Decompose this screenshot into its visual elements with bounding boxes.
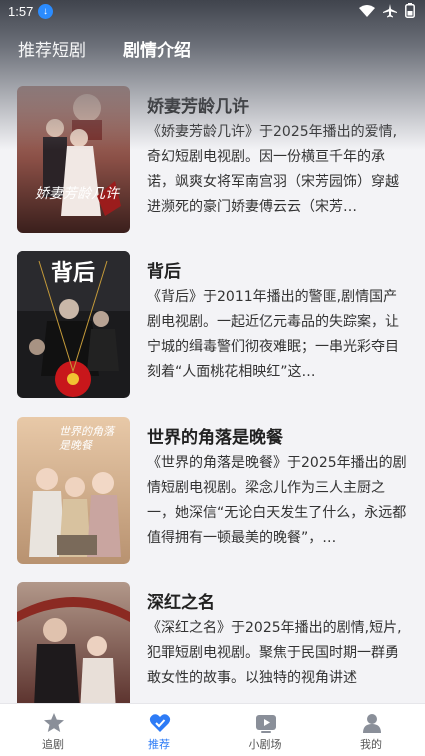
- drama-description: 《娇妻芳龄几许》于2025年播出的爱情,奇幻短剧电视剧。因一份横亘千年的承诺，飒…: [147, 124, 399, 215]
- battery-icon: [405, 3, 415, 18]
- tab-recommend[interactable]: 推荐短剧: [18, 36, 86, 61]
- list-item[interactable]: 背后 背后 《背后》于2011年播出的警匪,剧情国产剧电视剧。一起近亿元毒品的失…: [0, 251, 425, 399]
- list-item[interactable]: 娇妻芳龄几许 娇妻芳龄几许 《娇妻芳龄几许》于2025年播出的爱情,奇幻短剧电视…: [0, 86, 425, 234]
- bottom-navigation: 追剧 推荐 小剧场 我的: [0, 703, 425, 756]
- status-time: 1:57: [8, 4, 34, 19]
- nav-label: 小剧场: [248, 738, 282, 751]
- download-icon: ↓: [38, 4, 53, 19]
- drama-description: 《世界的角落是晚餐》于2025年播出的剧情短剧电视剧。梁念儿作为三人主厨之一，她…: [147, 455, 407, 546]
- tab-plot-intro[interactable]: 剧情介绍: [123, 36, 191, 61]
- list-item[interactable]: 世界的角落是晚餐 世界的角落是晚餐 《世界的角落是晚餐》于2025年播出的剧情短…: [0, 417, 425, 565]
- drama-description: 《深红之名》于2025年播出的剧情,短片,犯罪短剧电视剧。聚焦于民国时期一群勇敢…: [147, 620, 402, 686]
- poster-image: 娇妻芳龄几许: [17, 86, 130, 233]
- airplane-icon: [383, 3, 397, 17]
- poster-title: 世界的角落是晚餐: [59, 425, 114, 452]
- poster-title: 娇妻芳龄几许: [35, 186, 119, 202]
- poster-image: 背后: [17, 251, 130, 398]
- drama-description: 《背后》于2011年播出的警匪,剧情国产剧电视剧。一起近亿元毒品的失踪案，让宁城…: [147, 289, 399, 380]
- nav-item-theater[interactable]: 小剧场: [212, 704, 318, 756]
- poster-image: 世界的角落是晚餐: [17, 417, 130, 564]
- poster-title: 背后: [51, 260, 96, 286]
- nav-item-profile[interactable]: 我的: [318, 704, 424, 756]
- nav-item-recommend[interactable]: 推荐: [106, 704, 212, 756]
- wifi-icon: [359, 4, 375, 17]
- top-tabs: 推荐短剧 剧情介绍: [0, 30, 425, 64]
- play-icon: [256, 715, 276, 733]
- drama-title: 深红之名: [147, 593, 215, 613]
- nav-label: 推荐: [148, 738, 170, 751]
- drama-title: 娇妻芳龄几许: [147, 97, 249, 117]
- status-icons: [359, 3, 415, 18]
- nav-label: 追剧: [42, 738, 64, 751]
- heart-check-icon: [149, 714, 171, 732]
- drama-title: 世界的角落是晚餐: [147, 428, 283, 448]
- drama-title: 背后: [147, 262, 181, 282]
- star-icon: [44, 713, 64, 732]
- nav-item-follow[interactable]: 追剧: [0, 704, 106, 756]
- user-icon: [363, 714, 381, 733]
- status-bar: 1:57 ↓: [0, 0, 425, 24]
- nav-label: 我的: [360, 738, 382, 751]
